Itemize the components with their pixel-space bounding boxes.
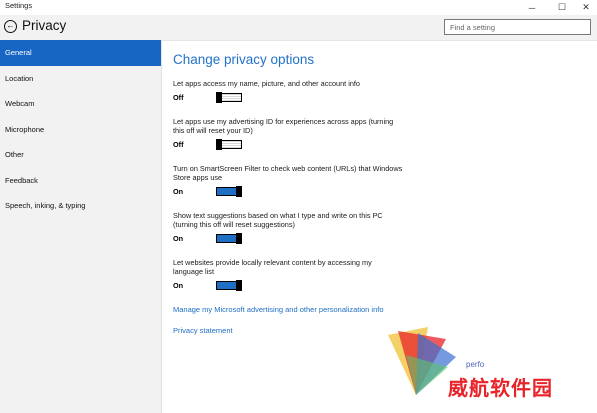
page-title: Privacy [22,18,67,33]
close-icon[interactable]: ✕ [573,0,597,15]
setting-description: Show text suggestions based on what I ty… [173,211,383,229]
setting-text-suggestions: Show text suggestions based on what I ty… [173,211,583,244]
setting-description: Let apps use my advertising ID for exper… [173,117,394,135]
privacy-statement-link[interactable]: Privacy statement [173,326,583,335]
setting-smartscreen: Turn on SmartScreen Filter to check web … [173,164,583,197]
minimize-icon[interactable]: ─ [519,0,545,15]
title-bar: Settings ─ ☐ ✕ [0,0,597,16]
toggle-state-label: Off [173,92,184,102]
watermark-text: 威航软件园 [448,376,553,400]
setting-description: Let apps access my name, picture, and ot… [173,79,360,88]
sidebar-item-other[interactable]: Other [0,142,161,168]
advertising-info-link[interactable]: Manage my Microsoft advertising and othe… [173,305,583,314]
toggle-state-label: On [173,233,184,243]
sidebar-item-microphone[interactable]: Microphone [0,117,161,143]
setting-account-info: Let apps access my name, picture, and ot… [173,79,583,103]
maximize-icon[interactable]: ☐ [549,0,575,15]
setting-description: Turn on SmartScreen Filter to check web … [173,164,403,182]
text-suggestions-toggle[interactable] [216,232,242,244]
sidebar: General Location Webcam Microphone Other… [0,40,162,413]
language-list-toggle[interactable] [216,279,242,291]
toggle-state-label: On [173,186,184,196]
toggle-state-label: On [173,280,184,290]
sidebar-item-general[interactable]: General [0,40,161,66]
section-heading: Change privacy options [173,52,315,67]
account-info-toggle[interactable] [216,91,242,103]
sidebar-item-webcam[interactable]: Webcam [0,91,161,117]
setting-advertising-id: Let apps use my advertising ID for exper… [173,117,583,150]
advertising-id-toggle[interactable] [216,138,242,150]
main-content: Change privacy options Let apps access m… [173,50,583,335]
sidebar-item-feedback[interactable]: Feedback [0,168,161,194]
smartscreen-toggle[interactable] [216,185,242,197]
sidebar-item-location[interactable]: Location [0,66,161,92]
toggle-state-label: Off [173,139,184,149]
sidebar-item-speech-inking-typing[interactable]: Speech, inking, & typing [0,193,161,219]
setting-description: Let websites provide locally relevant co… [173,258,372,276]
setting-language-list: Let websites provide locally relevant co… [173,258,583,291]
search-input[interactable]: Find a setting [444,19,591,35]
back-arrow-icon[interactable]: ← [4,20,17,33]
watermark-small-text: perfo [466,360,485,369]
page-header: ← Privacy Find a setting [0,15,597,41]
window-title: Settings [5,1,33,10]
